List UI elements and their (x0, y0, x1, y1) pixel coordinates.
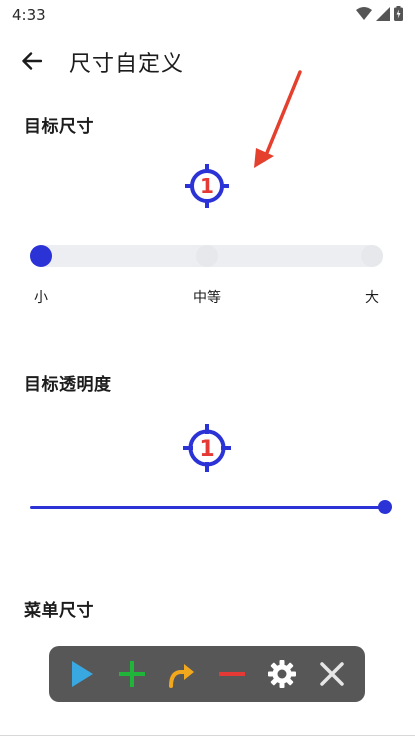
status-icons (356, 6, 403, 21)
screen: 4:33 尺寸自定义 目标尺寸 1 小 中等 大 目标透明度 1 菜单尺寸 (0, 0, 415, 738)
menu-size-title: 菜单尺寸 (24, 601, 94, 621)
close-button[interactable] (312, 654, 352, 694)
battery-icon (394, 6, 403, 21)
back-arrow-icon (22, 52, 42, 70)
size-stop-large[interactable] (361, 245, 383, 267)
target-preview-size: 1 (185, 164, 229, 212)
size-label-large: 大 (365, 290, 379, 306)
minus-icon (219, 672, 245, 676)
remove-button[interactable] (212, 654, 252, 694)
status-time: 4:33 (12, 6, 46, 24)
app-bar: 尺寸自定义 (0, 36, 415, 84)
swipe-arrow-icon (169, 664, 194, 688)
bottom-divider (0, 735, 415, 736)
annotation-arrow-icon (254, 70, 302, 168)
swipe-button[interactable] (162, 654, 202, 694)
opacity-slider-thumb[interactable] (378, 500, 392, 514)
add-button[interactable] (112, 654, 152, 694)
size-label-medium: 中等 (193, 290, 221, 306)
target-number: 1 (199, 437, 214, 462)
target-opacity-title: 目标透明度 (24, 375, 112, 395)
wifi-icon (356, 6, 372, 20)
size-stop-medium[interactable] (196, 245, 218, 267)
signal-icon (376, 6, 390, 21)
play-icon (72, 661, 93, 687)
floating-menu-preview (49, 646, 365, 702)
target-preview-opacity: 1 (183, 424, 231, 476)
size-slider-thumb[interactable] (30, 245, 52, 267)
crosshair-target-icon: 1 (185, 164, 229, 208)
gear-icon (268, 660, 296, 688)
back-button[interactable] (14, 46, 50, 76)
size-label-small: 小 (34, 290, 48, 306)
close-icon (320, 662, 344, 686)
page-title: 尺寸自定义 (69, 52, 185, 77)
target-size-title: 目标尺寸 (24, 117, 94, 137)
play-button[interactable] (62, 654, 102, 694)
crosshair-target-icon: 1 (183, 424, 231, 472)
target-number: 1 (200, 174, 214, 198)
opacity-slider-track[interactable] (30, 506, 385, 509)
settings-button[interactable] (262, 654, 302, 694)
plus-icon (119, 661, 145, 687)
status-bar: 4:33 (0, 0, 415, 30)
